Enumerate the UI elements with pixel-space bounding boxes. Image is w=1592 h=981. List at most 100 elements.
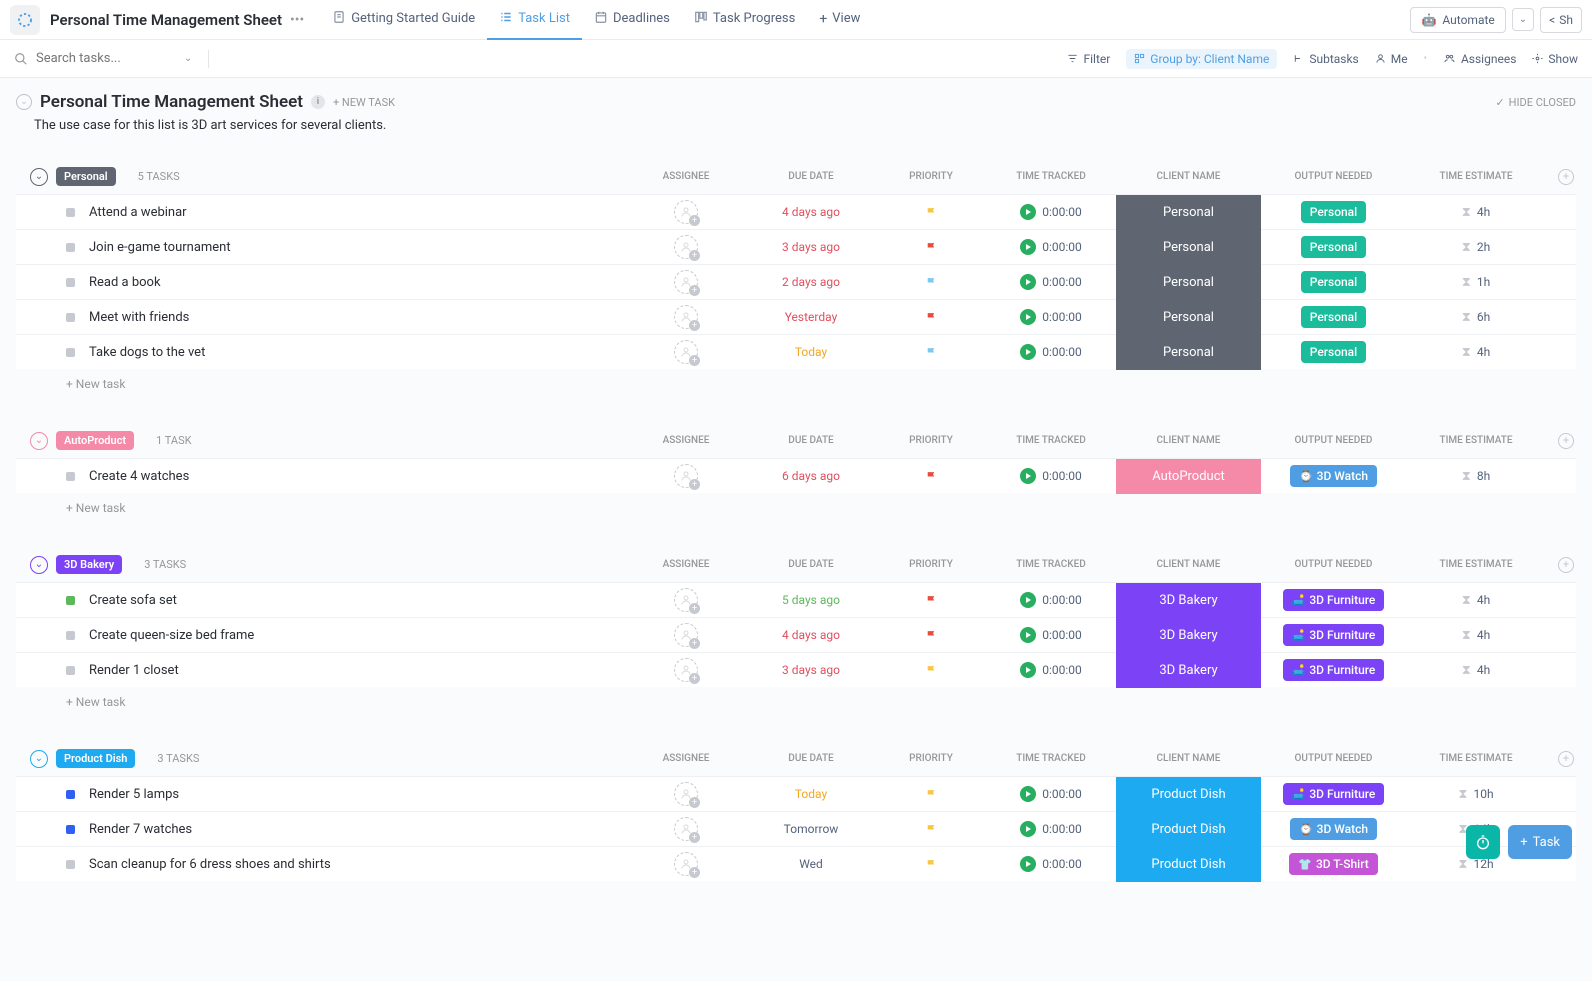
search-input-wrap[interactable]: ⌄ (14, 51, 192, 66)
status-square[interactable] (66, 348, 75, 357)
task-row[interactable]: Render 5 lamps Today 0:00:00 Product Dis… (16, 776, 1576, 811)
play-button[interactable] (1020, 662, 1036, 678)
assignees-button[interactable]: Assignees (1443, 52, 1516, 66)
client-badge[interactable]: Personal (1116, 265, 1261, 300)
filter-button[interactable]: Filter (1067, 52, 1110, 66)
add-column-button[interactable]: + (1558, 557, 1574, 573)
flag-icon[interactable] (925, 823, 938, 836)
col-time-tracked[interactable]: TIME TRACKED (986, 171, 1116, 182)
client-badge[interactable]: Personal (1116, 300, 1261, 335)
task-name[interactable]: Join e-game tournament (89, 240, 231, 255)
status-square[interactable] (66, 208, 75, 217)
time-estimate[interactable]: 4h (1477, 628, 1490, 642)
flag-icon[interactable] (925, 594, 938, 607)
group-toggle[interactable]: ⌄ (30, 168, 48, 186)
task-name[interactable]: Create 4 watches (89, 469, 189, 484)
output-badge[interactable]: 🛋️3D Furniture (1283, 624, 1385, 646)
col-due-date[interactable]: DUE DATE (746, 435, 876, 446)
status-square[interactable] (66, 313, 75, 322)
client-badge[interactable]: Product Dish (1116, 777, 1261, 812)
group-toggle[interactable]: ⌄ (30, 556, 48, 574)
due-date[interactable]: Yesterday (785, 310, 838, 324)
assignee-add[interactable] (674, 588, 698, 612)
task-name[interactable]: Scan cleanup for 6 dress shoes and shirt… (89, 857, 331, 872)
task-name[interactable]: Meet with friends (89, 310, 189, 325)
assignee-add[interactable] (674, 200, 698, 224)
status-square[interactable] (66, 860, 75, 869)
group-by-button[interactable]: Group by: Client Name (1126, 49, 1277, 69)
task-name[interactable]: Read a book (89, 275, 161, 290)
tab-getting-started-guide[interactable]: Getting Started Guide (320, 0, 487, 40)
status-square[interactable] (66, 278, 75, 287)
play-button[interactable] (1020, 309, 1036, 325)
task-row[interactable]: Read a book 2 days ago 0:00:00 Personal (16, 264, 1576, 299)
col-priority[interactable]: PRIORITY (876, 435, 986, 446)
col-due-date[interactable]: DUE DATE (746, 753, 876, 764)
output-badge[interactable]: Personal (1301, 306, 1366, 328)
due-date[interactable]: 6 days ago (782, 469, 840, 483)
due-date[interactable]: Today (795, 787, 827, 801)
assignee-add[interactable] (674, 305, 698, 329)
time-estimate[interactable]: 6h (1477, 310, 1490, 324)
group-badge[interactable]: 3D Bakery (56, 555, 122, 574)
col-priority[interactable]: PRIORITY (876, 753, 986, 764)
assignee-add[interactable] (674, 817, 698, 841)
chevron-down-icon[interactable]: ⌄ (184, 53, 192, 64)
col-due-date[interactable]: DUE DATE (746, 559, 876, 570)
assignee-add[interactable] (674, 658, 698, 682)
tab-task-progress[interactable]: Task Progress (682, 0, 807, 40)
play-button[interactable] (1020, 274, 1036, 290)
output-badge[interactable]: ⌚3D Watch (1290, 818, 1377, 840)
time-estimate[interactable]: 8h (1477, 469, 1490, 483)
due-date[interactable]: Tomorrow (784, 822, 839, 836)
due-date[interactable]: 4 days ago (782, 205, 840, 219)
col-output-needed[interactable]: OUTPUT NEEDED (1261, 559, 1406, 570)
due-date[interactable]: 5 days ago (782, 593, 840, 607)
subtasks-button[interactable]: Subtasks (1293, 52, 1358, 66)
col-client-name[interactable]: CLIENT NAME (1116, 171, 1261, 182)
output-badge[interactable]: 🛋️3D Furniture (1283, 659, 1385, 681)
assignee-add[interactable] (674, 235, 698, 259)
time-estimate[interactable]: 10h (1474, 787, 1494, 801)
tab-view[interactable]: +View (807, 0, 872, 40)
flag-icon[interactable] (925, 629, 938, 642)
group-badge[interactable]: Personal (56, 167, 116, 186)
col-time-estimate[interactable]: TIME ESTIMATE (1406, 753, 1546, 764)
col-output-needed[interactable]: OUTPUT NEEDED (1261, 435, 1406, 446)
play-button[interactable] (1020, 786, 1036, 802)
time-estimate[interactable]: 4h (1477, 663, 1490, 677)
status-square[interactable] (66, 596, 75, 605)
status-square[interactable] (66, 666, 75, 675)
col-time-tracked[interactable]: TIME TRACKED (986, 559, 1116, 570)
col-due-date[interactable]: DUE DATE (746, 171, 876, 182)
client-badge[interactable]: AutoProduct (1116, 459, 1261, 494)
group-toggle[interactable]: ⌄ (30, 750, 48, 768)
show-button[interactable]: Show (1532, 52, 1578, 66)
client-badge[interactable]: Personal (1116, 195, 1261, 230)
add-column-button[interactable]: + (1558, 751, 1574, 767)
col-priority[interactable]: PRIORITY (876, 559, 986, 570)
flag-icon[interactable] (925, 241, 938, 254)
share-button[interactable]: < Sh (1540, 7, 1582, 33)
new-task-row[interactable]: + New task (16, 493, 1576, 531)
group-badge[interactable]: Product Dish (56, 749, 135, 768)
col-time-estimate[interactable]: TIME ESTIMATE (1406, 559, 1546, 570)
task-row[interactable]: Create sofa set 5 days ago 0:00:00 3D Ba… (16, 582, 1576, 617)
assignee-add[interactable] (674, 464, 698, 488)
time-estimate[interactable]: 2h (1477, 240, 1490, 254)
client-badge[interactable]: 3D Bakery (1116, 653, 1261, 688)
output-badge[interactable]: Personal (1301, 271, 1366, 293)
add-column-button[interactable]: + (1558, 169, 1574, 185)
new-task-fab[interactable]: + Task (1508, 825, 1572, 859)
play-button[interactable] (1020, 627, 1036, 643)
col-time-tracked[interactable]: TIME TRACKED (986, 753, 1116, 764)
new-task-row[interactable]: + New task (16, 369, 1576, 407)
output-badge[interactable]: 🛋️3D Furniture (1283, 783, 1385, 805)
time-estimate[interactable]: 12h (1474, 857, 1494, 871)
output-badge[interactable]: Personal (1301, 236, 1366, 258)
output-badge[interactable]: Personal (1301, 201, 1366, 223)
client-badge[interactable]: Product Dish (1116, 847, 1261, 882)
col-time-estimate[interactable]: TIME ESTIMATE (1406, 171, 1546, 182)
flag-icon[interactable] (925, 311, 938, 324)
group-badge[interactable]: AutoProduct (56, 431, 134, 450)
